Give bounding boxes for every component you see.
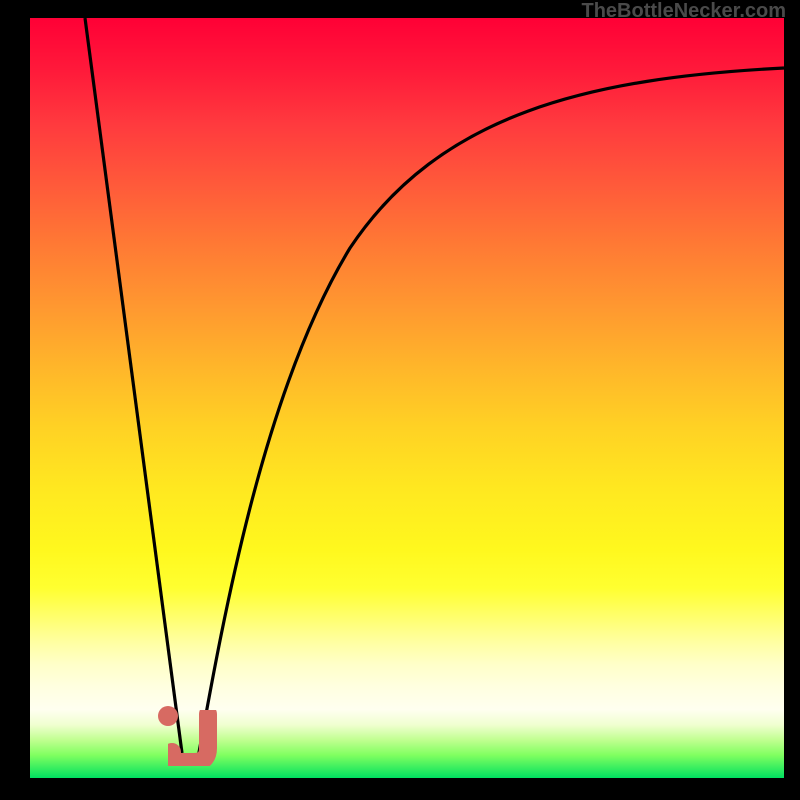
curve-right bbox=[198, 68, 784, 758]
chart-frame: TheBottleNecker.com bbox=[0, 0, 800, 800]
bottleneck-curves bbox=[30, 18, 784, 778]
marker-hook bbox=[168, 710, 218, 766]
curve-left bbox=[85, 18, 182, 753]
